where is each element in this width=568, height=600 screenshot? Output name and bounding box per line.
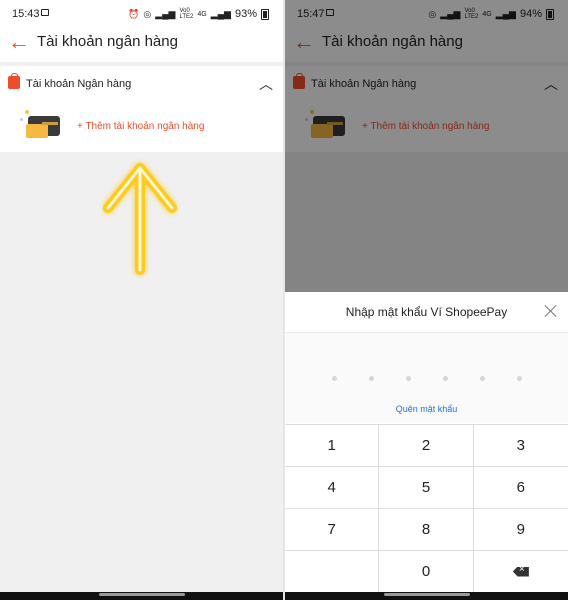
network-g: 4G: [197, 10, 207, 18]
battery-icon: [261, 8, 269, 20]
key-empty: [285, 551, 380, 593]
alarm-icon: ⏰: [128, 8, 140, 19]
shopee-bag-icon: [8, 73, 20, 89]
key-3[interactable]: 3: [473, 425, 568, 467]
key-0[interactable]: 0: [379, 551, 474, 593]
status-time: 15:43: [12, 8, 40, 20]
add-bank-account-link[interactable]: + Thêm tài khoản ngân hàng: [77, 121, 204, 132]
left-screen: 15:43 ⏰ ◎ ▂▄▆ Vo0 LTE2 4G ▂▄▆ 93% ← Tài k…: [0, 0, 283, 600]
key-8[interactable]: 8: [379, 509, 474, 551]
signal-icon: ▂▄▆: [155, 8, 176, 19]
pin-dot: [517, 376, 522, 381]
sheet-title: Nhập mật khẩu Ví ShopeePay: [345, 305, 508, 319]
key-4[interactable]: 4: [285, 467, 380, 509]
key-7[interactable]: 7: [285, 509, 380, 551]
back-arrow-icon[interactable]: ←: [8, 29, 30, 55]
network-type: Vo0 LTE2: [179, 8, 194, 20]
key-1[interactable]: 1: [285, 425, 380, 467]
key-9[interactable]: 9: [473, 509, 568, 551]
status-bar: 15:43 ⏰ ◎ ▂▄▆ Vo0 LTE2 4G ▂▄▆ 93%: [0, 0, 283, 26]
chevron-up-icon[interactable]: ︿: [259, 74, 273, 94]
page-title: Tài khoản ngân hàng: [37, 33, 178, 50]
section-title: Tài khoản Ngân hàng: [26, 78, 132, 90]
image-notification-icon: [41, 9, 49, 16]
key-2[interactable]: 2: [379, 425, 474, 467]
pin-dot: [443, 376, 448, 381]
forgot-password-link[interactable]: Quên mật khẩu: [285, 404, 568, 414]
home-indicator[interactable]: [98, 593, 185, 596]
hotspot-icon: ◎: [143, 8, 152, 19]
pin-dot: [406, 376, 411, 381]
right-screen: 15:47 ◎ ▂▄▆ Vo0 LTE2 4G ▂▄▆ 94% ← Tài kho…: [285, 0, 568, 600]
pin-input[interactable]: Quên mật khẩu: [285, 333, 568, 423]
password-bottom-sheet: Nhập mật khẩu Ví ShopeePay Quên mật khẩu…: [285, 292, 568, 600]
battery-percent: 93%: [234, 8, 257, 20]
app-bar: ← Tài khoản ngân hàng: [0, 26, 283, 62]
pin-dot: [369, 376, 374, 381]
pin-dot: [332, 376, 337, 381]
close-icon[interactable]: [544, 304, 558, 318]
home-indicator[interactable]: [383, 593, 470, 596]
key-5[interactable]: 5: [379, 467, 474, 509]
signal-icon-2: ▂▄▆: [210, 8, 231, 19]
bank-card-icon: [20, 110, 60, 142]
pin-dot: [480, 376, 485, 381]
backspace-key[interactable]: [473, 551, 568, 593]
key-6[interactable]: 6: [473, 467, 568, 509]
backspace-icon: [512, 566, 529, 577]
bank-account-section: Tài khoản Ngân hàng ︿ + Thêm tài khoản n…: [0, 66, 283, 152]
swipe-up-gesture-icon: [103, 163, 177, 275]
numeric-keypad: 1 2 3 4 5 6 7 8 9 0: [285, 424, 568, 593]
